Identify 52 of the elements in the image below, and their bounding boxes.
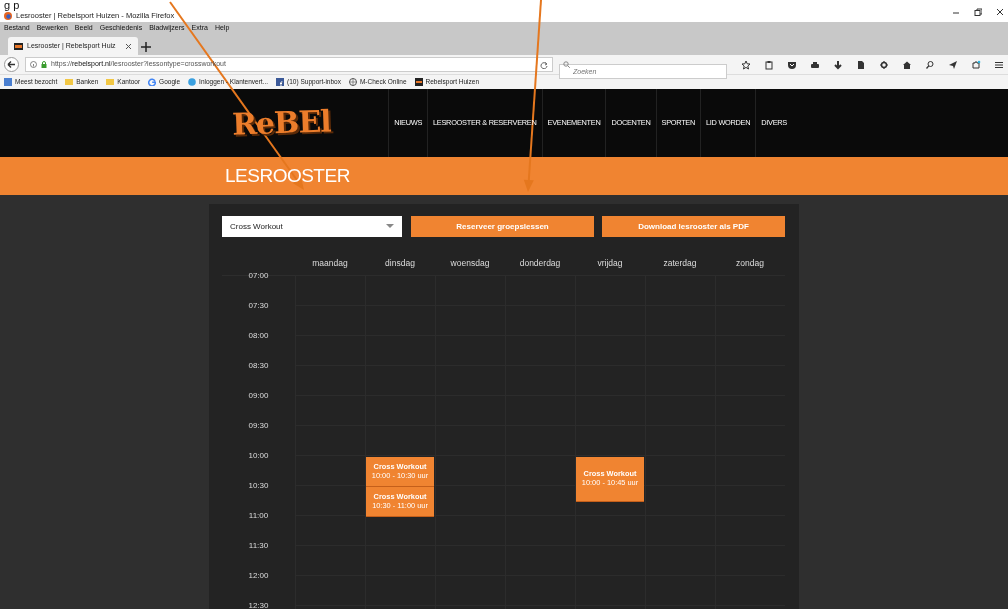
clipboard-icon[interactable] bbox=[764, 59, 774, 70]
home-icon[interactable] bbox=[902, 59, 912, 70]
page-title: LESROOSTER bbox=[225, 163, 350, 188]
google-icon bbox=[148, 78, 157, 86]
day-header: zondag bbox=[735, 257, 765, 270]
send-icon[interactable] bbox=[948, 59, 958, 70]
day-header: maandag bbox=[311, 257, 349, 270]
printer-icon[interactable] bbox=[810, 59, 820, 70]
day-header: vrijdag bbox=[596, 257, 624, 270]
time-label: 07:00 bbox=[247, 270, 270, 282]
day-header: zaterdag bbox=[662, 257, 698, 270]
lock-icon bbox=[41, 61, 47, 68]
time-label: 11:30 bbox=[247, 540, 270, 552]
close-icon[interactable] bbox=[996, 8, 1004, 16]
browser-logo-icon bbox=[4, 12, 12, 20]
circle-icon bbox=[188, 78, 197, 86]
site-favicon-icon bbox=[414, 78, 423, 86]
time-label: 11:00 bbox=[247, 510, 270, 522]
close-icon[interactable] bbox=[125, 42, 132, 50]
facebook-icon bbox=[276, 78, 285, 86]
download-icon[interactable] bbox=[833, 59, 843, 70]
back-icon[interactable] bbox=[4, 57, 19, 72]
annotation-text: g p bbox=[3, 0, 21, 11]
folder-icon bbox=[65, 78, 74, 86]
time-label: 10:00 bbox=[247, 450, 270, 462]
shield-icon[interactable] bbox=[787, 59, 797, 70]
bookmarks-icon bbox=[4, 78, 12, 86]
day-header: dinsdag bbox=[384, 257, 416, 270]
folder-icon bbox=[106, 78, 115, 86]
search-icon bbox=[563, 61, 570, 68]
document-icon[interactable] bbox=[856, 59, 866, 70]
time-label: 08:00 bbox=[247, 330, 270, 342]
menu-icon[interactable] bbox=[994, 59, 1004, 70]
time-label: 12:30 bbox=[247, 600, 270, 609]
star-icon[interactable] bbox=[741, 59, 751, 70]
day-header: donderdag bbox=[518, 257, 562, 270]
time-label: 09:00 bbox=[247, 390, 270, 402]
time-label: 08:30 bbox=[247, 360, 270, 372]
site-favicon-icon bbox=[14, 42, 23, 50]
time-label: 07:30 bbox=[247, 300, 270, 312]
time-label: 12:00 bbox=[247, 570, 270, 582]
course-dropdown[interactable]: Cross Workout bbox=[222, 216, 402, 237]
caret-icon bbox=[386, 224, 394, 229]
time-label: 10:30 bbox=[247, 480, 270, 492]
day-header: woensdag bbox=[449, 257, 491, 270]
globe-icon bbox=[348, 78, 357, 86]
restore-icon[interactable] bbox=[974, 8, 982, 16]
info-icon bbox=[30, 61, 37, 68]
search-icon[interactable] bbox=[925, 59, 935, 70]
time-label: 09:30 bbox=[247, 420, 270, 432]
reload-icon[interactable] bbox=[540, 60, 548, 69]
new-tab-icon[interactable] bbox=[138, 39, 154, 55]
